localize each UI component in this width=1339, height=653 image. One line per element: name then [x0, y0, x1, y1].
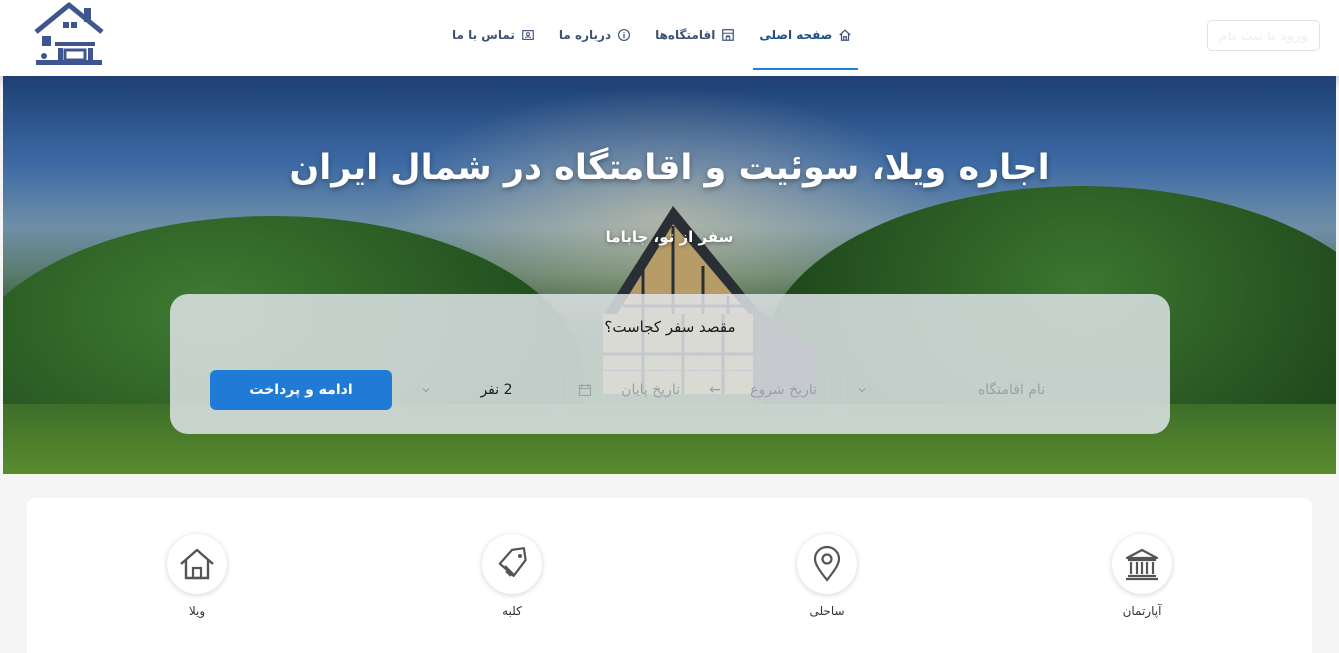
nav-about[interactable]: درباره ما	[553, 0, 637, 70]
site-header: صفحه اصلی اقامتگاه‌ها درباره ما تماس با …	[0, 0, 1339, 76]
nav-about-label: درباره ما	[558, 28, 612, 42]
date-arrow: ←	[709, 382, 721, 398]
hero-subtitle: سفر از تو، جاباما	[605, 228, 734, 246]
search-question: مقصد سفر کجاست؟	[604, 318, 736, 336]
search-panel: مقصد سفر کجاست؟ نام اقامتگاه تاریخ شروع …	[170, 294, 1170, 434]
start-date-placeholder: تاریخ شروع	[750, 382, 817, 398]
category-villa[interactable]: ویلا	[137, 534, 257, 618]
home-icon	[839, 29, 852, 41]
main-nav: صفحه اصلی اقامتگاه‌ها درباره ما تماس با …	[440, 0, 864, 76]
continue-and-pay-button[interactable]: ادامه و پرداخت	[210, 370, 392, 410]
chevron-down-icon	[845, 385, 879, 395]
category-icon-circle	[167, 534, 227, 594]
category-icon-circle	[482, 534, 542, 594]
category-icon-circle	[1112, 534, 1172, 594]
calendar-icon	[578, 384, 592, 397]
building-icon	[722, 29, 735, 41]
category-strip: آپارتمان ساحلی کلبه ویلا	[27, 498, 1312, 653]
category-label: ویلا	[188, 604, 206, 618]
hero-banner: اجاره ویلا، سوئیت و اقامتگاه در شمال ایر…	[3, 76, 1336, 474]
location-pin-icon	[813, 545, 841, 582]
house-icon	[180, 548, 214, 580]
logo-house-icon[interactable]	[30, 2, 108, 72]
category-apartment[interactable]: آپارتمان	[1082, 534, 1202, 618]
nav-accommodations[interactable]: اقامتگاه‌ها	[649, 0, 741, 70]
chevron-down-icon	[409, 385, 443, 395]
category-label: کلبه	[502, 604, 522, 618]
date-range-picker[interactable]: تاریخ شروع ← تاریخ پایان	[567, 370, 828, 410]
guests-select[interactable]: 2 نفر	[408, 370, 551, 410]
nav-home[interactable]: صفحه اصلی	[753, 0, 859, 70]
bank-building-icon	[1125, 548, 1159, 581]
hero-title: اجاره ویلا، سوئیت و اقامتگاه در شمال ایر…	[289, 148, 1050, 188]
guests-value: 2 نفر	[480, 382, 513, 398]
end-date-placeholder: تاریخ پایان	[621, 382, 681, 398]
login-button[interactable]: ورود یا ثبت نام	[1207, 20, 1320, 51]
nav-contact-label: تماس با ما	[452, 28, 515, 42]
category-icon-circle	[797, 534, 857, 594]
category-label: آپارتمان	[1122, 604, 1162, 618]
nav-contact[interactable]: تماس با ما	[446, 0, 541, 70]
contact-card-icon	[522, 30, 534, 40]
category-beach[interactable]: ساحلی	[767, 534, 887, 618]
nav-accommodations-label: اقامتگاه‌ها	[655, 28, 716, 42]
category-cabin[interactable]: کلبه	[452, 534, 572, 618]
accommodation-name-select[interactable]: نام اقامتگاه	[844, 370, 1145, 410]
category-label: ساحلی	[809, 604, 845, 618]
nav-home-label: صفحه اصلی	[759, 28, 833, 42]
accommodation-name-placeholder: نام اقامتگاه	[977, 382, 1046, 398]
tag-icon	[498, 547, 527, 577]
info-icon	[618, 29, 631, 41]
